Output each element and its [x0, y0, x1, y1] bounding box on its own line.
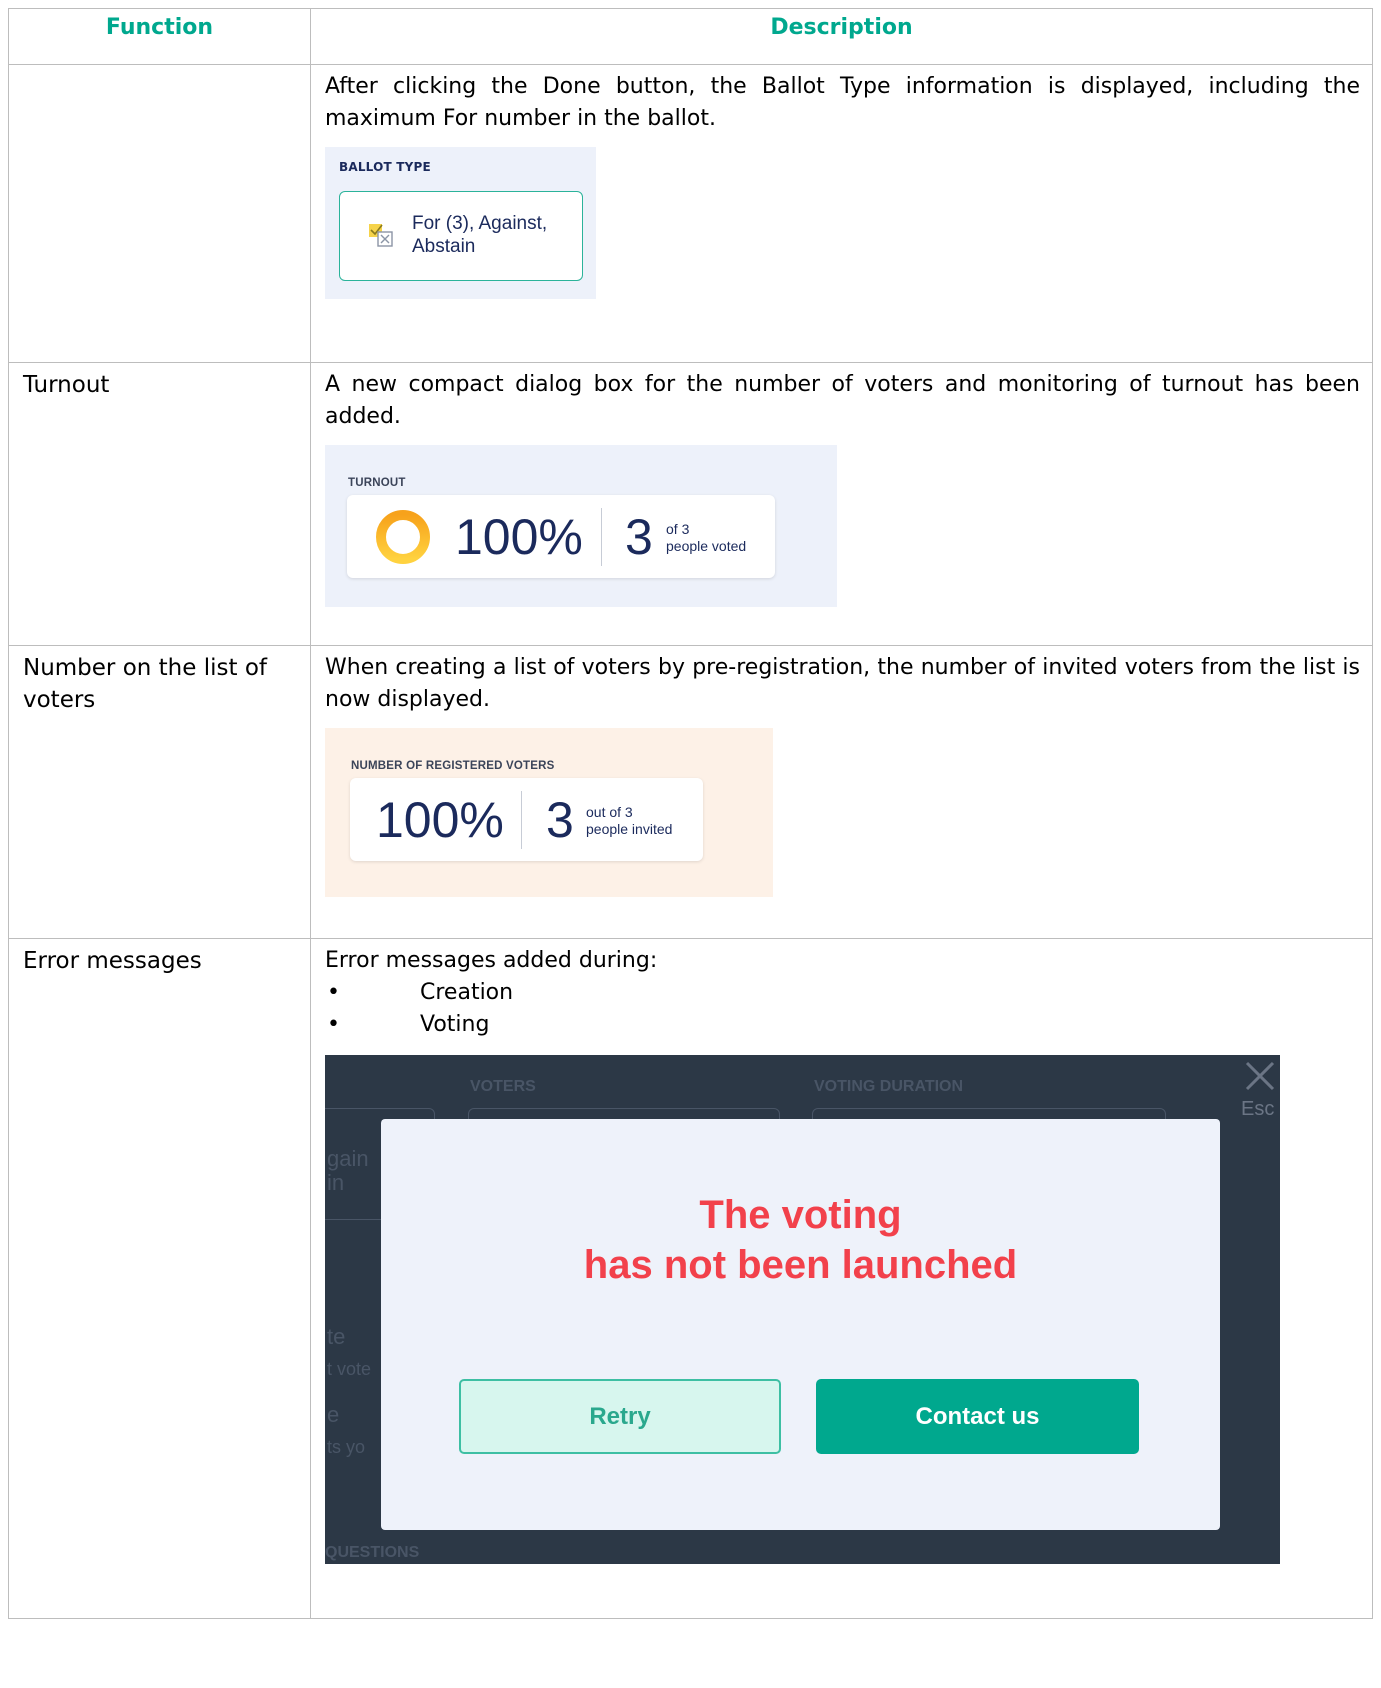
turnout-of-text: of 3 — [666, 521, 690, 537]
feature-table: Function Description After clicking the … — [8, 8, 1373, 1619]
desc-text: After clicking the — [325, 74, 543, 99]
close-icon[interactable] — [1243, 1059, 1277, 1093]
turnout-count: 3 — [625, 509, 653, 565]
bg-text-fragment: in — [327, 1170, 345, 1195]
function-label — [9, 65, 310, 71]
bg-duration-label: VOTING DURATION — [814, 1078, 964, 1095]
table-row: Turnout A new compact dialog box for the… — [8, 362, 1373, 646]
turnout-panel: TURNOUT 100% 3 of 3 people voted — [325, 445, 837, 607]
desc-emphasis: Done — [542, 74, 601, 99]
bg-voters-label: VOTERS — [470, 1078, 536, 1095]
card-divider — [521, 791, 522, 849]
esc-label: Esc — [1241, 1098, 1275, 1120]
description-cell: After clicking the Done button, the Ball… — [310, 64, 1373, 363]
turnout-card: 100% 3 of 3 people voted — [347, 495, 775, 578]
bg-questions-label: QUESTIONS — [325, 1544, 420, 1561]
list-item: Creation — [325, 977, 1360, 1009]
row-description: When creating a list of voters by pre-re… — [325, 652, 1360, 716]
description-cell: When creating a list of voters by pre-re… — [310, 645, 1373, 939]
table-row: Error messages Error messages added duri… — [8, 938, 1373, 1619]
turnout-ring-icon — [376, 510, 430, 564]
bg-text-fragment: e — [327, 1402, 340, 1427]
error-dialog: The voting has not been launched Retry C… — [381, 1119, 1220, 1530]
function-label: Error messages — [23, 948, 202, 974]
list-item: Voting — [325, 1009, 1360, 1041]
registered-percent: 100% — [376, 792, 504, 848]
error-screenshot: VOTERS VOTING DURATION gain in te t vote… — [325, 1055, 1280, 1564]
desc-text: When creating a list of voters by — [325, 655, 693, 680]
table-row: After clicking the Done button, the Ball… — [8, 64, 1373, 363]
function-cell — [8, 64, 311, 363]
desc-text: number in the ballot. — [477, 106, 716, 131]
function-cell: Error messages — [8, 938, 311, 1619]
row-description: A new compact dialog box for the number … — [325, 372, 1360, 429]
function-label: Number on the list of voters — [23, 655, 267, 713]
registered-voters-panel: NUMBER OF REGISTERED VOTERS 100% 3 out o… — [325, 728, 773, 897]
bg-text-fragment: ts yo — [327, 1437, 366, 1457]
function-cell: Number on the list of voters — [8, 645, 311, 939]
row-description: After clicking the Done button, the Ball… — [325, 71, 1360, 135]
registered-invited-text: people invited — [586, 821, 673, 837]
card-divider — [601, 508, 602, 566]
description-cell: Error messages added during: Creation Vo… — [310, 938, 1373, 1619]
function-cell: Turnout — [8, 362, 311, 646]
function-label: Turnout — [23, 372, 110, 398]
bullet-list: Creation Voting — [325, 977, 1360, 1041]
contact-us-button[interactable]: Contact us — [816, 1379, 1139, 1454]
desc-emphasis: For — [442, 106, 478, 131]
header-description: Description — [310, 8, 1373, 65]
registered-count: 3 — [546, 792, 574, 848]
error-title-line2: has not been launched — [583, 1243, 1018, 1287]
desc-text: button, the — [600, 74, 762, 99]
row-description: Error messages added during: — [325, 948, 658, 973]
error-title-line1: The voting — [699, 1193, 902, 1237]
ballot-type-option[interactable]: For (3), Against, Abstain — [339, 191, 583, 281]
description-cell: A new compact dialog box for the number … — [310, 362, 1373, 646]
ballot-type-value: For (3), Against, Abstain — [412, 213, 548, 257]
header-function: Function — [8, 8, 311, 65]
table-header-row: Function Description — [8, 8, 1373, 65]
turnout-percent: 100% — [455, 509, 583, 565]
desc-emphasis: pre-registration — [692, 655, 864, 680]
table-row: Number on the list of voters When creati… — [8, 645, 1373, 939]
bg-text-fragment: t vote — [327, 1359, 372, 1379]
bg-text-fragment: te — [327, 1324, 346, 1349]
retry-button[interactable]: Retry — [459, 1379, 781, 1454]
desc-emphasis: Ballot Type — [761, 74, 891, 99]
registered-of-text: out of 3 — [586, 804, 633, 820]
ballot-type-panel: BALLOT TYPE For (3), Against, Abstain — [325, 147, 596, 299]
turnout-voted-text: people voted — [666, 538, 747, 554]
ballot-type-label: BALLOT TYPE — [339, 160, 431, 174]
registered-voters-card: 100% 3 out of 3 people invited — [350, 778, 703, 861]
ballot-checkbox-icon — [369, 224, 393, 247]
